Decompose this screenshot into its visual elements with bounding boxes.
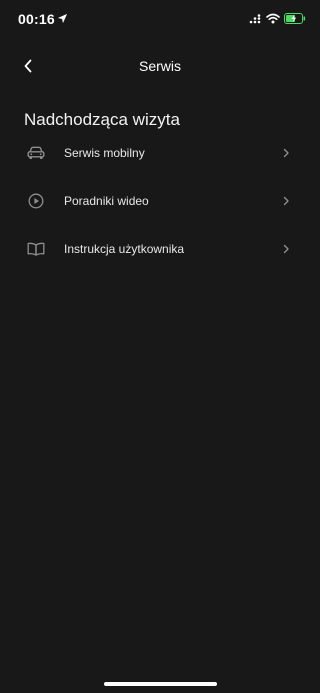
- battery-charging-icon: [284, 13, 306, 24]
- car-icon: [27, 144, 45, 162]
- chevron-right-icon: [283, 148, 289, 158]
- menu-item-mobile-service[interactable]: Serwis mobilny: [0, 136, 320, 184]
- wifi-icon: [266, 13, 280, 24]
- home-indicator[interactable]: [104, 682, 217, 686]
- menu-list: Serwis mobilny Poradniki wideo Instrukcj…: [0, 136, 320, 280]
- status-time: 00:16: [18, 11, 55, 27]
- menu-item-user-manual[interactable]: Instrukcja użytkownika: [0, 232, 320, 280]
- chevron-right-icon: [283, 196, 289, 206]
- book-icon: [27, 240, 45, 258]
- nav-bar: Serwis: [0, 50, 320, 82]
- page-title: Serwis: [138, 58, 181, 74]
- chevron-right-icon: [283, 244, 289, 254]
- play-circle-icon: [27, 192, 45, 210]
- menu-item-label: Serwis mobilny: [64, 146, 145, 160]
- back-button[interactable]: [16, 54, 40, 78]
- menu-item-video-guides[interactable]: Poradniki wideo: [0, 184, 320, 232]
- menu-item-label: Poradniki wideo: [64, 194, 149, 208]
- signal-icon: [249, 14, 261, 24]
- section-title: Nadchodząca wizyta: [24, 110, 180, 129]
- location-arrow-icon: [57, 13, 68, 24]
- chevron-left-icon: [24, 59, 32, 73]
- status-bar: 00:16: [0, 0, 320, 40]
- menu-item-label: Instrukcja użytkownika: [64, 242, 185, 256]
